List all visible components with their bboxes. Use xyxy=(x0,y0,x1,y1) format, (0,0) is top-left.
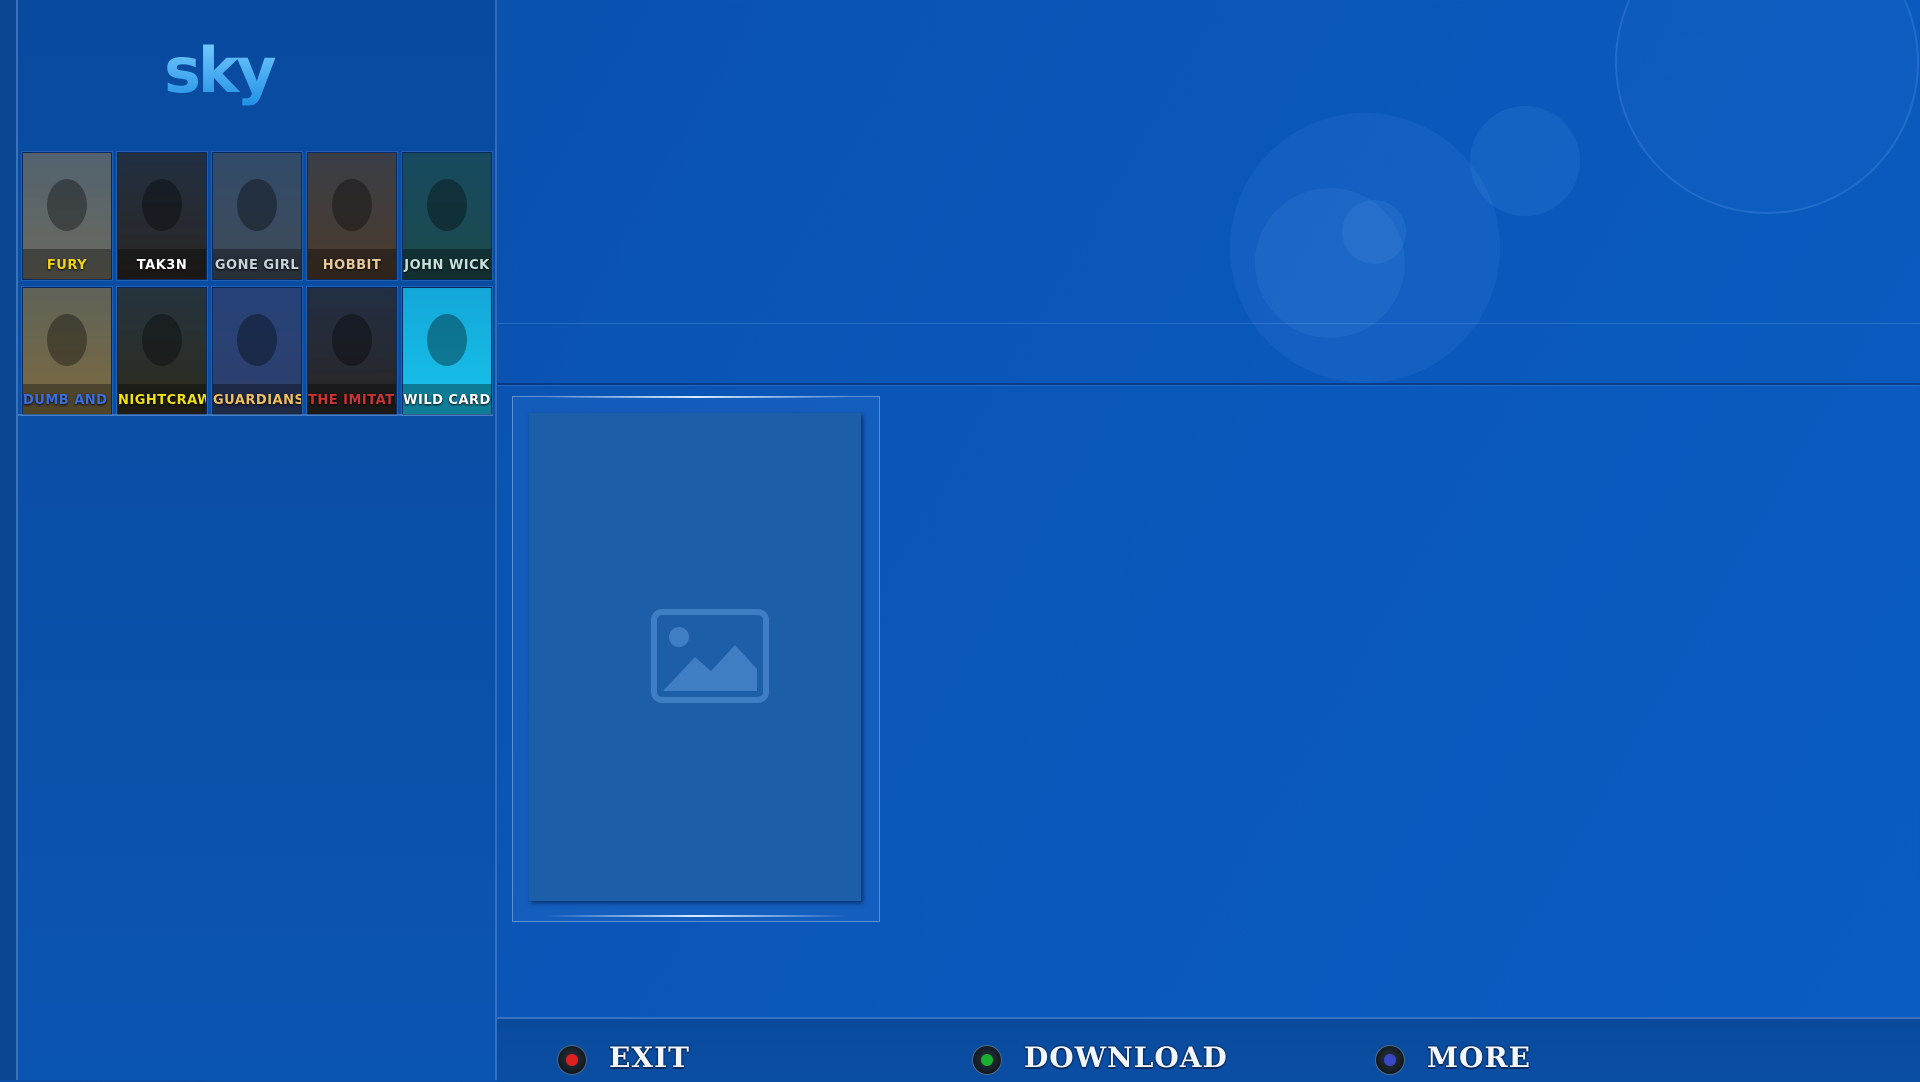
image-placeholder-icon xyxy=(651,609,769,703)
more-label: MORE xyxy=(1427,1040,1531,1074)
exit-label: EXIT xyxy=(609,1040,690,1074)
poster-card[interactable]: JOHN WICK xyxy=(402,152,492,280)
poster-title: HOBBIT xyxy=(322,258,382,273)
sidebar: sky FURY TAK3N GONE GIRL HOBBIT JOHN WICK DUM… xyxy=(0,0,497,1080)
bokeh-inner xyxy=(1255,188,1405,338)
blue-dot-icon xyxy=(1375,1045,1405,1075)
sky-logo: sky xyxy=(164,34,279,107)
poster-card[interactable]: GONE GIRL xyxy=(212,152,302,280)
poster-card[interactable]: WILD CARD xyxy=(402,287,492,415)
bokeh-tiny xyxy=(1342,200,1406,264)
poster-grid: FURY TAK3N GONE GIRL HOBBIT JOHN WICK DUMB AN… xyxy=(22,152,492,415)
poster-card[interactable]: DUMB AND DUMBER TO xyxy=(22,287,112,415)
header-divider-top xyxy=(497,323,1920,324)
poster-card[interactable]: FURY xyxy=(22,152,112,280)
grid-divider xyxy=(18,414,493,416)
bokeh-large xyxy=(1615,0,1919,214)
footer-bar: EXIT DOWNLOAD MORE xyxy=(497,1017,1920,1082)
poster-title: DUMB AND DUMBER TO xyxy=(23,393,111,408)
poster-preview-frame xyxy=(512,396,880,922)
poster-title: JOHN WICK xyxy=(404,258,490,273)
poster-preview-placeholder xyxy=(529,413,861,901)
poster-title: THE IMITATION GAME xyxy=(308,393,396,408)
poster-title: NIGHTCRAWLER xyxy=(118,393,206,408)
poster-card[interactable]: GUARDIANS OF THE GALAXY xyxy=(212,287,302,415)
poster-card[interactable]: NIGHTCRAWLER xyxy=(117,287,207,415)
poster-title: TAK3N xyxy=(136,258,188,273)
poster-card[interactable]: THE IMITATION GAME xyxy=(307,287,397,415)
poster-title: GUARDIANS OF THE GALAXY xyxy=(213,393,301,408)
poster-card[interactable]: TAK3N xyxy=(117,152,207,280)
frame-glow-top xyxy=(543,396,849,398)
poster-title: WILD CARD xyxy=(403,393,491,408)
header-divider-bottom xyxy=(497,383,1920,385)
exit-button[interactable]: EXIT xyxy=(557,1039,690,1075)
poster-card[interactable]: HOBBIT xyxy=(307,152,397,280)
frame-glow-bottom xyxy=(543,915,849,917)
green-dot-icon xyxy=(972,1045,1002,1075)
download-button[interactable]: DOWNLOAD xyxy=(972,1039,1228,1075)
bokeh-medium xyxy=(1230,113,1500,383)
red-dot-icon xyxy=(557,1045,587,1075)
download-label: DOWNLOAD xyxy=(1024,1040,1228,1074)
svg-text:sky: sky xyxy=(164,34,276,107)
poster-title: FURY xyxy=(46,258,88,273)
more-button[interactable]: MORE xyxy=(1375,1039,1531,1075)
poster-title: GONE GIRL xyxy=(214,258,300,273)
bokeh-small xyxy=(1470,106,1580,216)
